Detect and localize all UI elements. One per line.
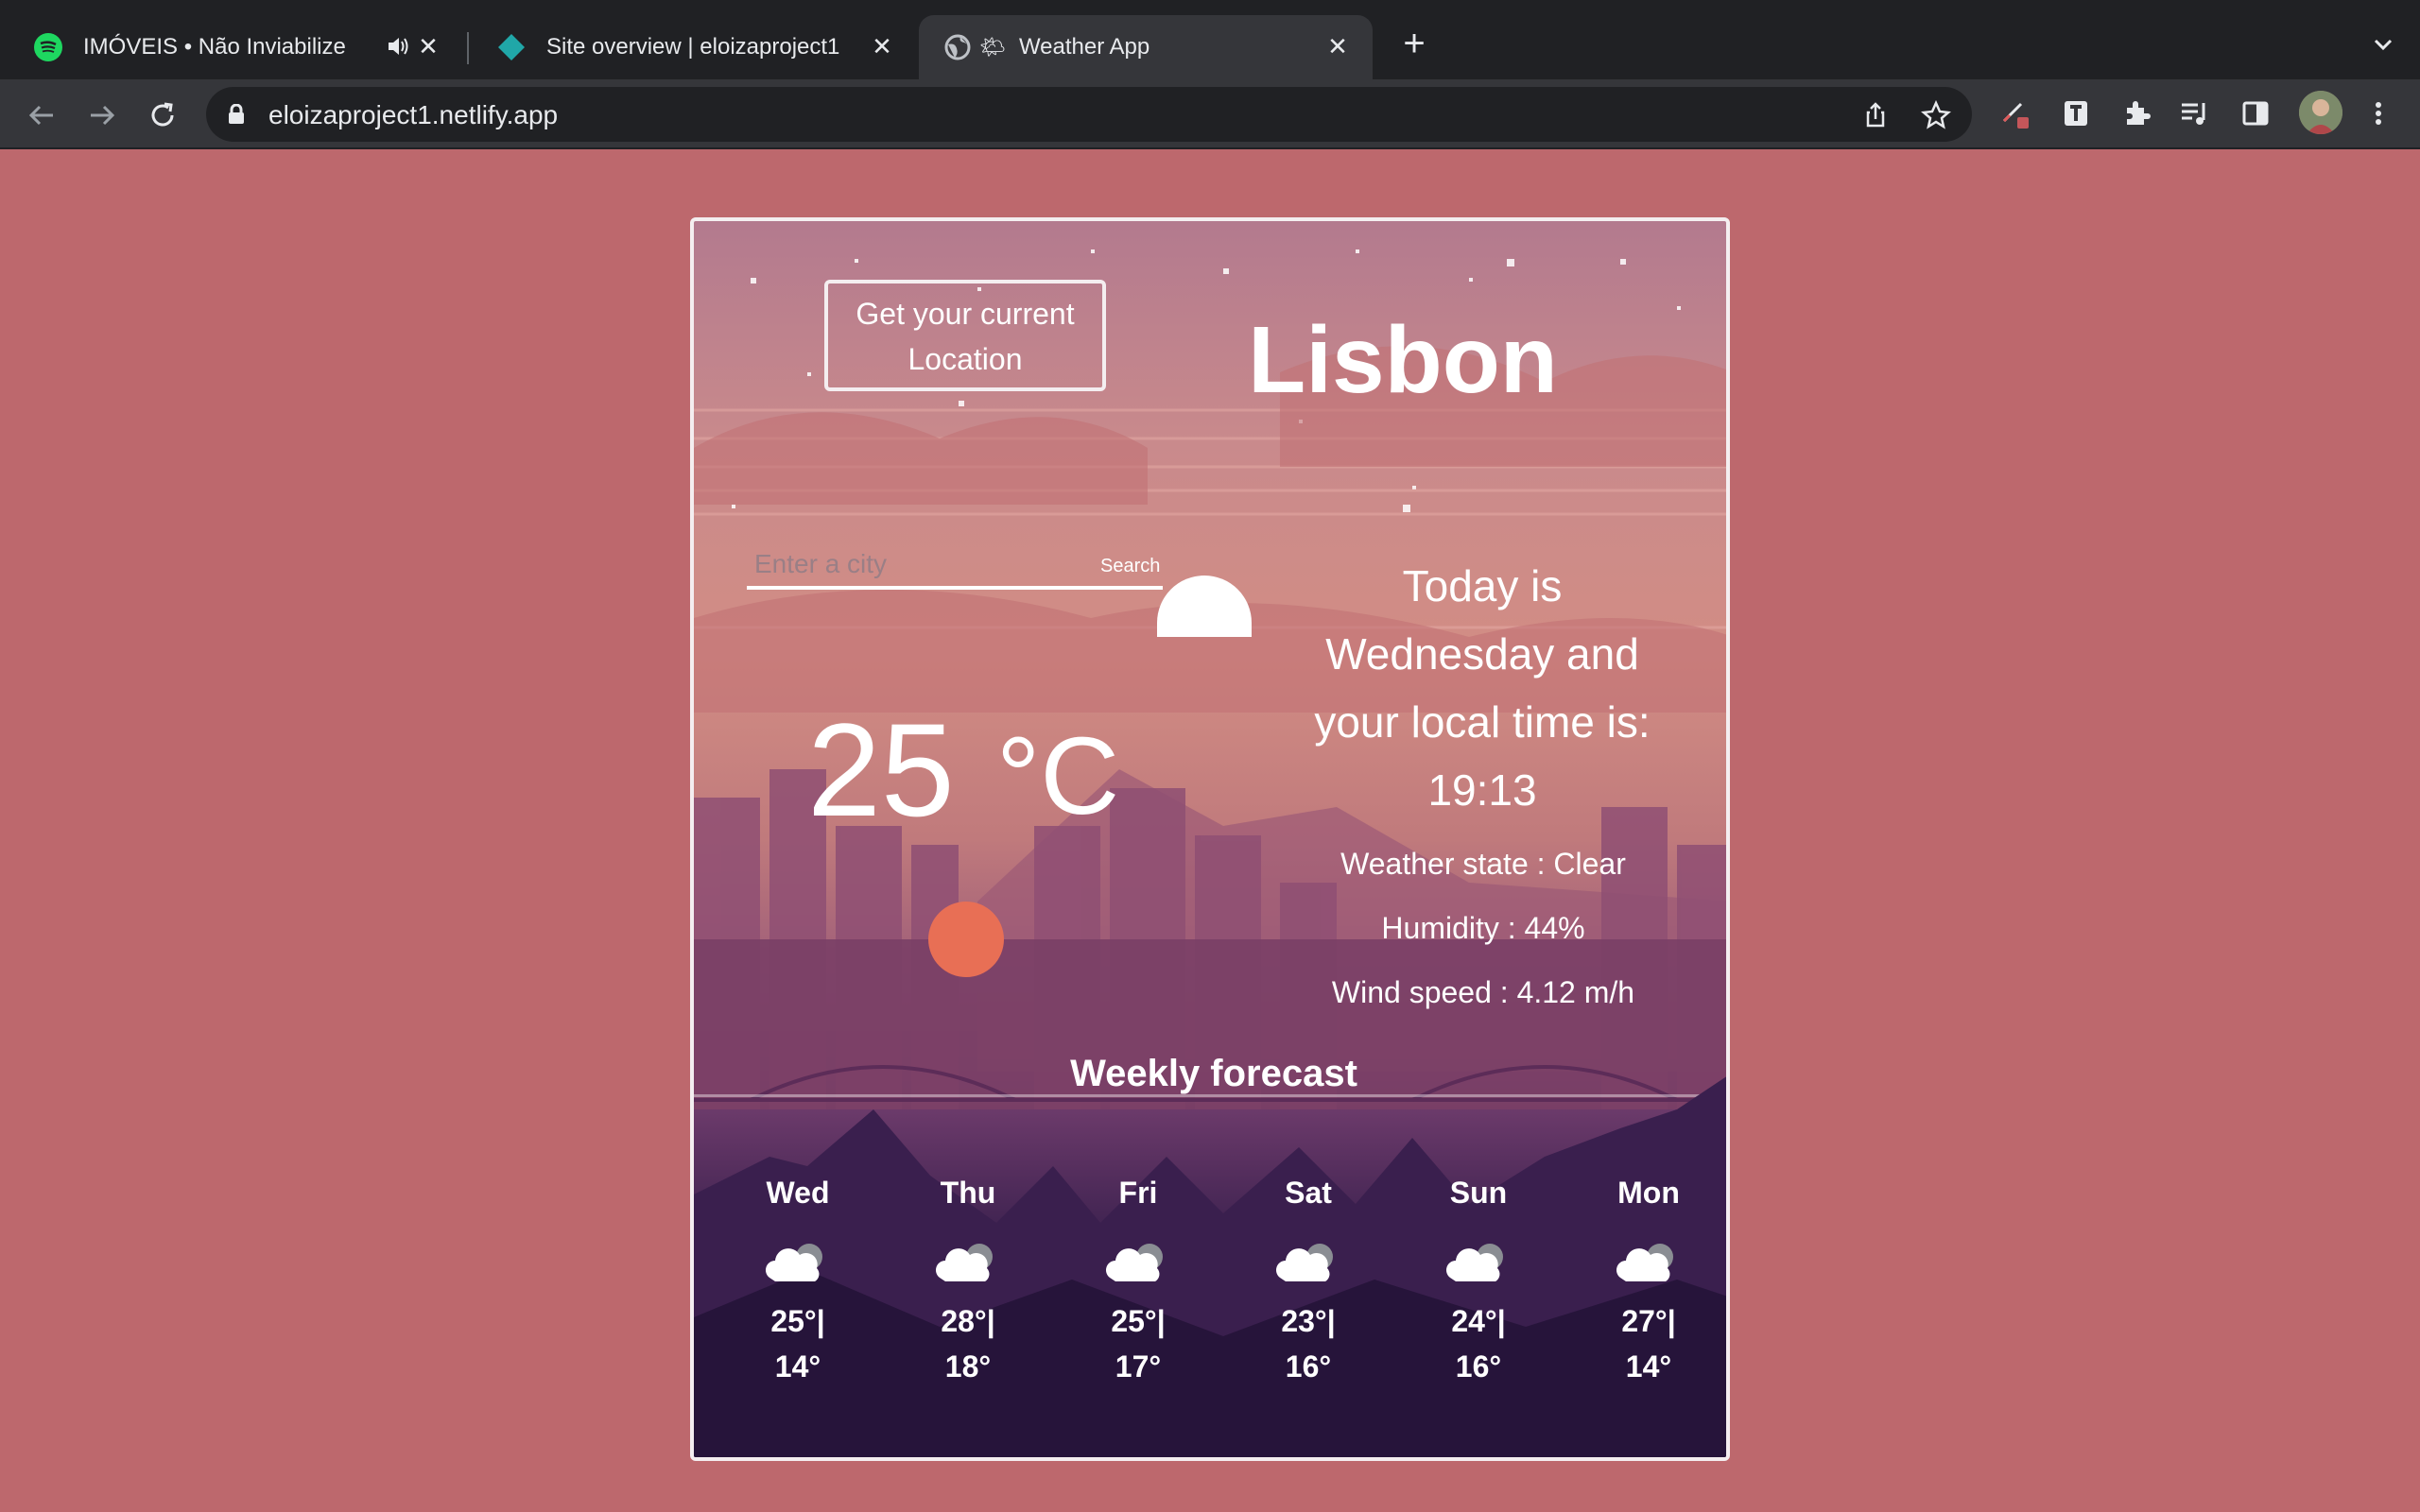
media-control-icon[interactable] xyxy=(2178,96,2212,130)
forecast-min: 18° xyxy=(944,1349,992,1383)
forecast-min: 16° xyxy=(1285,1349,1332,1383)
forecast-max: 23°| xyxy=(1281,1304,1336,1338)
forecast-max: 28°| xyxy=(941,1304,995,1338)
forecast-day-name: Sun xyxy=(1449,1176,1508,1210)
forecast-min: 14° xyxy=(774,1349,821,1383)
wind-speed: Wind speed : 4.12 m/h xyxy=(1331,975,1635,1009)
cloud-icon xyxy=(902,1223,1034,1298)
tab-title: Site overview | eloizaproject1 xyxy=(546,34,840,60)
tab-separator xyxy=(467,32,469,64)
forecast-day: Wed 25°| 14° xyxy=(732,1176,864,1412)
close-icon[interactable]: ✕ xyxy=(414,32,442,60)
search-button[interactable]: Search xyxy=(1100,556,1160,577)
lock-icon[interactable] xyxy=(227,103,246,125)
cloud-icon xyxy=(1072,1223,1204,1298)
reload-button[interactable] xyxy=(144,96,182,134)
spotify-icon xyxy=(34,33,62,61)
address-bar[interactable]: eloizaproject1.netlify.app xyxy=(206,87,1972,142)
share-icon[interactable] xyxy=(1860,100,1891,130)
tab-title: IMÓVEIS • Não Inviabilize xyxy=(83,34,346,60)
current-location-button[interactable]: Get your current Location xyxy=(824,280,1106,391)
temperature-unit: °C xyxy=(996,714,1120,837)
chevron-down-icon[interactable] xyxy=(2369,30,2397,59)
forecast-day: Sun 24°| 16° xyxy=(1412,1176,1545,1412)
forecast-day-name: Thu xyxy=(940,1176,996,1210)
forecast-day-name: Sat xyxy=(1285,1176,1332,1210)
avatar[interactable] xyxy=(2299,91,2342,134)
netlify-icon xyxy=(497,33,526,61)
sun-icon xyxy=(928,902,1004,977)
forecast-day-name: Mon xyxy=(1617,1176,1680,1210)
globe-icon xyxy=(943,33,972,61)
side-panel-icon[interactable] xyxy=(2238,96,2273,130)
reader-extension-icon[interactable] xyxy=(2059,96,2093,130)
forward-button[interactable] xyxy=(83,96,121,134)
browser-toolbar: eloizaproject1.netlify.app xyxy=(0,79,2420,149)
new-tab-button[interactable]: + xyxy=(1397,25,1431,62)
forecast-max: 24°| xyxy=(1451,1304,1506,1338)
forecast-day-name: Fri xyxy=(1118,1176,1158,1210)
tab-strip: IMÓVEIS • Não Inviabilize ✕ Site overvie… xyxy=(0,0,2420,79)
temperature-value: 25 xyxy=(807,696,955,844)
forecast-max: 27°| xyxy=(1621,1304,1676,1338)
weather-state: Weather state : Clear xyxy=(1340,847,1626,881)
kebab-menu-icon[interactable] xyxy=(2361,96,2395,130)
tab-title: Weather App xyxy=(1018,34,1150,60)
pen-extension-icon[interactable] xyxy=(1998,96,2032,130)
forecast-min: 17° xyxy=(1115,1349,1162,1383)
cloud-icon xyxy=(732,1223,864,1298)
cloud-icon xyxy=(1242,1223,1374,1298)
back-button[interactable] xyxy=(23,96,60,134)
today-info: Today is Wednesday and your local time i… xyxy=(1284,552,1681,824)
forecast-day: Sat 23°| 16° xyxy=(1242,1176,1374,1412)
weather-card: Get your current Location Lisbon Search … xyxy=(690,217,1730,1461)
forecast-day: Mon 27°| 14° xyxy=(1582,1176,1715,1412)
today-line-3: your local time is: xyxy=(1314,697,1651,747)
forecast-list: Wed 25°| 14° Thu 28°| 18° Fri 25°| 17° S… xyxy=(732,1176,1715,1412)
humidity: Humidity : 44% xyxy=(1381,911,1585,945)
forecast-max: 25°| xyxy=(1111,1304,1166,1338)
tab-spotify[interactable]: IMÓVEIS • Não Inviabilize ✕ xyxy=(9,15,463,79)
tab-weather-app[interactable]: 🌤 Weather App ✕ xyxy=(919,15,1373,79)
forecast-day-name: Wed xyxy=(766,1176,830,1210)
bookmark-star-icon[interactable] xyxy=(1921,99,1951,130)
forecast-min: 16° xyxy=(1455,1349,1502,1383)
weather-favicon-icon: 🌤 xyxy=(979,35,1006,59)
forecast-day: Fri 25°| 17° xyxy=(1072,1176,1204,1412)
cloud-icon xyxy=(1582,1223,1715,1298)
local-time: 19:13 xyxy=(1427,765,1537,815)
close-icon[interactable]: ✕ xyxy=(868,32,896,60)
forecast-max: 25°| xyxy=(770,1304,825,1338)
tab-netlify[interactable]: Site overview | eloizaproject1 ✕ xyxy=(473,15,917,79)
today-line-2: Wednesday and xyxy=(1325,629,1639,679)
forecast-min: 14° xyxy=(1625,1349,1672,1383)
close-icon[interactable]: ✕ xyxy=(1323,32,1352,60)
cloud-icon xyxy=(1412,1223,1545,1298)
audio-icon[interactable] xyxy=(386,34,410,65)
city-name: Lisbon xyxy=(1248,307,1558,413)
today-line-1: Today is xyxy=(1402,561,1563,610)
weekly-forecast-title: Weekly forecast xyxy=(1070,1053,1357,1094)
url-text: eloizaproject1.netlify.app xyxy=(268,100,559,129)
forecast-day: Thu 28°| 18° xyxy=(902,1176,1034,1412)
extensions-puzzle-icon[interactable] xyxy=(2119,96,2153,130)
